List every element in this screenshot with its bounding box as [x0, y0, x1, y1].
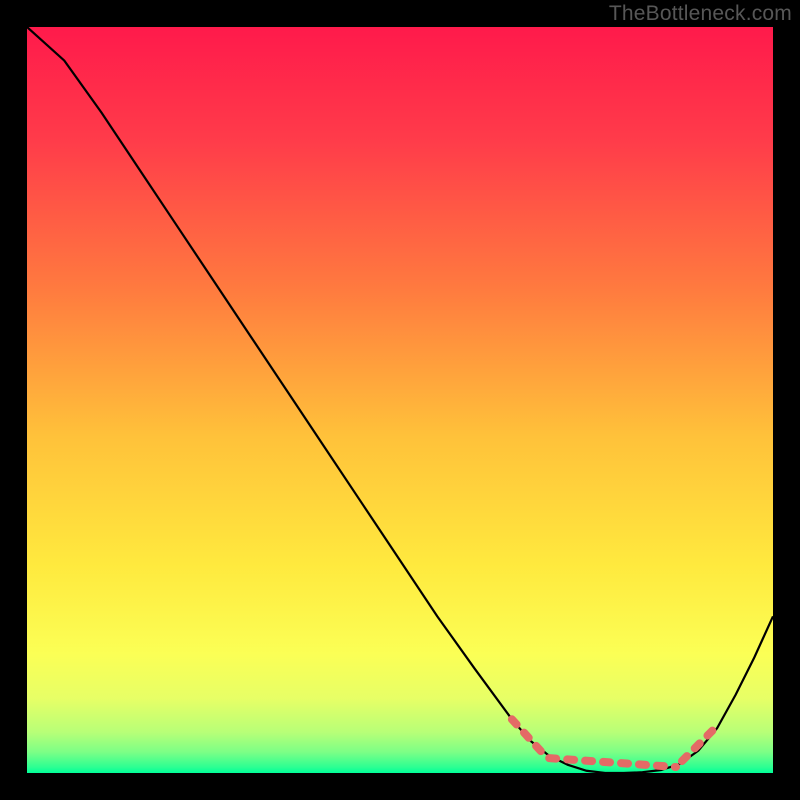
plot-svg	[0, 0, 800, 800]
plot-background	[27, 27, 773, 773]
watermark-text: TheBottleneck.com	[609, 2, 792, 26]
chart-stage: TheBottleneck.com	[0, 0, 800, 800]
